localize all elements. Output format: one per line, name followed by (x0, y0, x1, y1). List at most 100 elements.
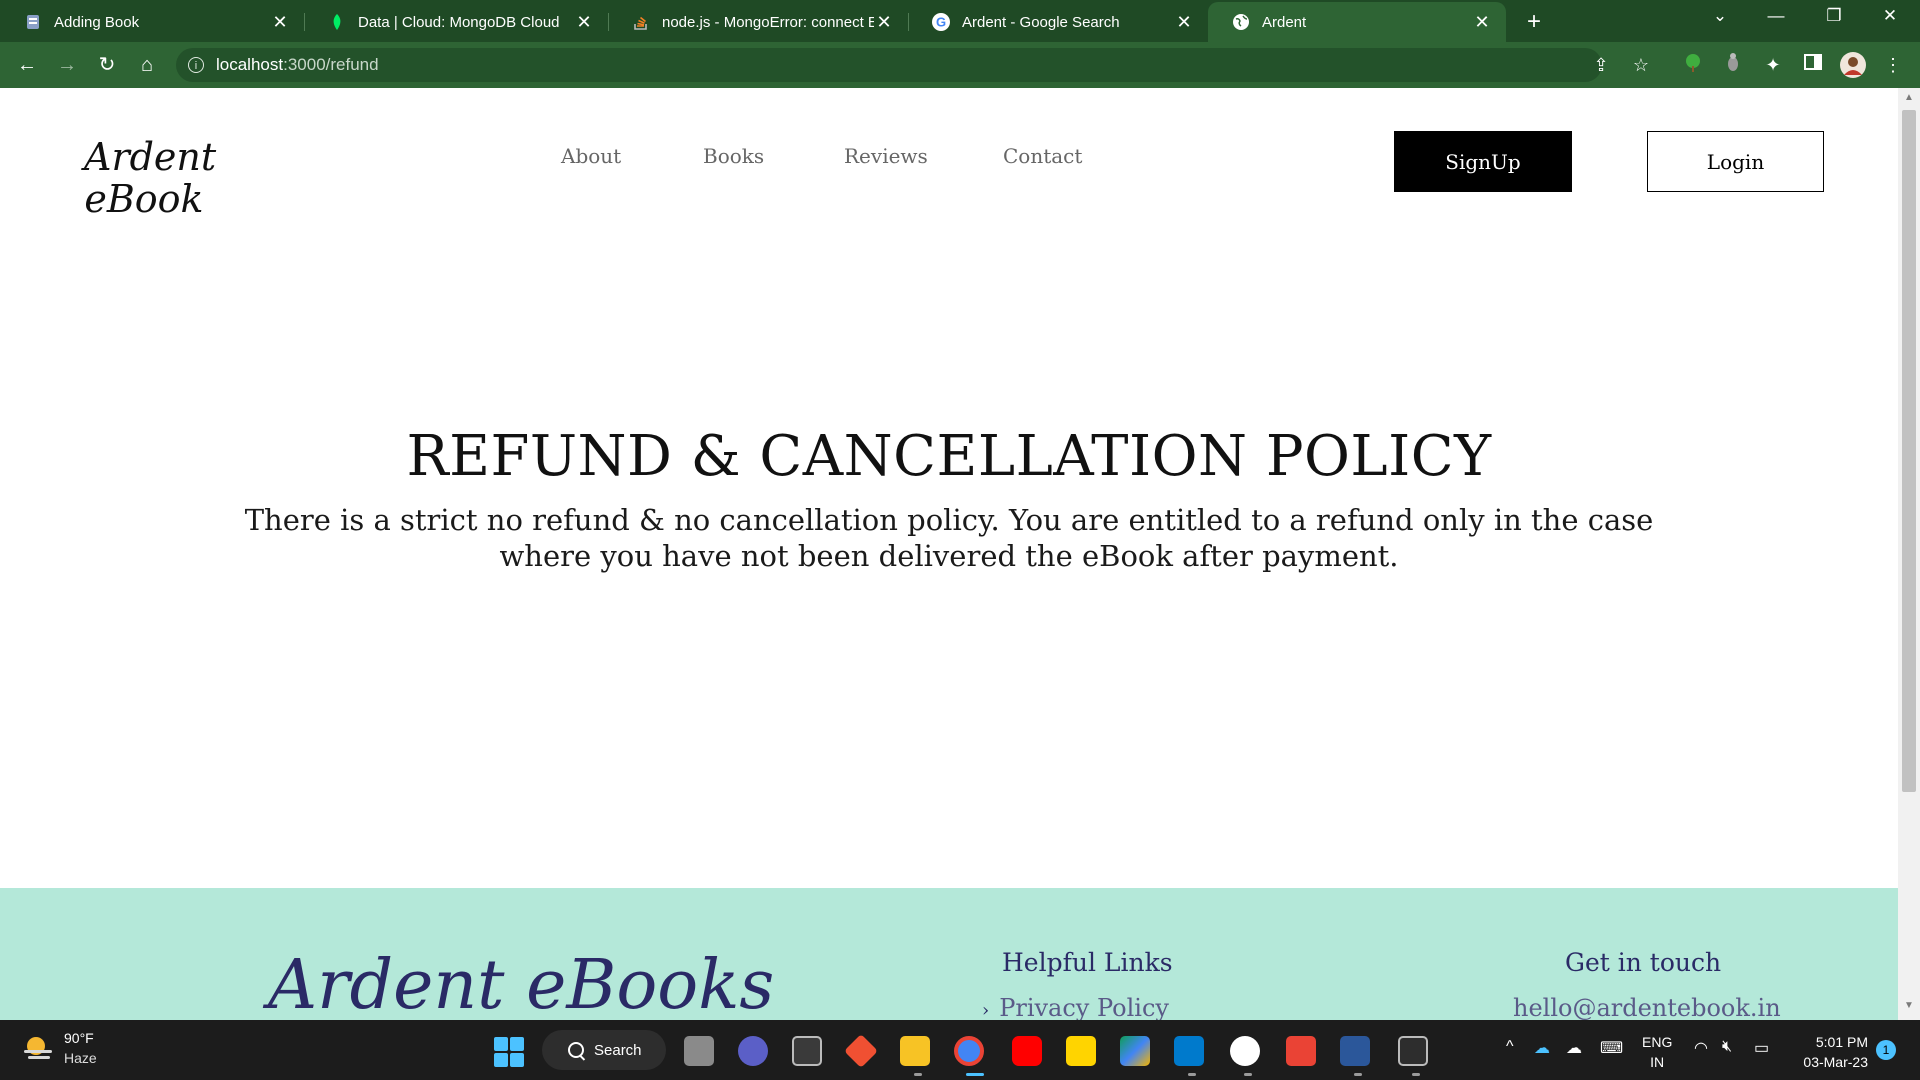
close-tab-icon[interactable]: ✕ (574, 12, 594, 33)
word-icon[interactable] (1340, 1036, 1370, 1066)
youtube-icon[interactable] (1012, 1036, 1042, 1066)
running-indicator (1244, 1073, 1252, 1076)
extensions-puzzle-icon[interactable]: ✦ (1760, 52, 1786, 78)
show-hidden-icons-chevron-icon[interactable]: ^ (1506, 1038, 1514, 1056)
address-bar[interactable]: i localhost:3000/refund (176, 48, 1602, 82)
share-icon[interactable]: ⇪ (1588, 52, 1614, 78)
login-button[interactable]: Login (1647, 131, 1824, 192)
footer-helpful-links-heading: Helpful Links (1002, 948, 1173, 977)
footer-link-privacy-policy[interactable]: › Privacy Policy (982, 994, 1169, 1020)
nav-link-books[interactable]: Books (703, 144, 764, 168)
scrollbar-thumb[interactable] (1902, 110, 1916, 792)
chevron-right-icon: › (982, 1000, 990, 1020)
policy-body: There is a strict no refund & no cancell… (244, 503, 1654, 573)
windows-start-icon[interactable] (494, 1037, 524, 1067)
speaker-muted-icon[interactable]: 🔇︎ (1722, 1038, 1732, 1056)
footer-email-link[interactable]: hello@ardentebook.in (1513, 994, 1781, 1020)
tab-node-mongoerror[interactable]: node.js - MongoError: connect EC ✕ (608, 2, 908, 42)
browser-tab-strip: Adding Book ✕ Data | Cloud: MongoDB Clou… (0, 0, 1920, 42)
url-path: :3000/refund (283, 55, 379, 74)
nav-link-contact[interactable]: Contact (1003, 144, 1082, 168)
back-arrow-icon[interactable]: ← (12, 50, 42, 80)
git-tool-icon[interactable] (844, 1034, 878, 1068)
side-panel-icon[interactable] (1800, 52, 1826, 78)
tab-ardent[interactable]: Ardent ✕ (1208, 2, 1506, 42)
running-indicator (1412, 1073, 1420, 1076)
svg-text:G: G (936, 15, 946, 30)
site-logo[interactable]: Ardent eBook (84, 135, 217, 221)
stackoverflow-icon (632, 13, 650, 31)
weather-temperature: 90°F (64, 1030, 94, 1046)
tab-title: node.js - MongoError: connect EC (662, 13, 874, 31)
reload-icon[interactable]: ↻ (92, 50, 122, 80)
clock-date: 03-Mar-23 (1803, 1054, 1868, 1070)
minimize-icon[interactable]: — (1756, 6, 1796, 26)
chrome-icon[interactable] (954, 1036, 984, 1066)
notebook-icon (24, 13, 42, 31)
home-icon[interactable]: ⌂ (132, 50, 162, 80)
system-clock[interactable]: 5:01 PM 03-Mar-23 (1794, 1032, 1868, 1072)
nav-link-reviews[interactable]: Reviews (844, 144, 928, 168)
keyboard-icon[interactable]: ⌨ (1600, 1038, 1623, 1058)
logo-line-1: Ardent (84, 135, 217, 179)
battery-icon[interactable]: ▭ (1754, 1038, 1769, 1058)
sticky-notes-icon[interactable] (1066, 1036, 1096, 1066)
close-tab-icon[interactable]: ✕ (1472, 12, 1492, 33)
mongodb-leaf-icon (328, 13, 346, 31)
taskbar-search-button[interactable]: Search (542, 1030, 666, 1070)
forward-arrow-icon[interactable]: → (52, 50, 82, 80)
google-icon: G (932, 13, 950, 31)
scroll-down-arrow-icon[interactable]: ▼ (1898, 1000, 1920, 1011)
nav-link-about[interactable]: About (561, 144, 621, 168)
terminal-window-icon[interactable] (792, 1036, 822, 1066)
restore-icon[interactable]: ❐ (1814, 6, 1854, 26)
tab-title: Ardent - Google Search (962, 13, 1120, 31)
footer-link-label: Privacy Policy (999, 994, 1169, 1020)
tab-title: Data | Cloud: MongoDB Cloud (358, 13, 560, 31)
taskbar-search-label: Search (594, 1041, 642, 1059)
teams-chat-icon[interactable] (738, 1036, 768, 1066)
new-tab-button[interactable]: + (1520, 8, 1548, 36)
page-scrollbar[interactable]: ▲ ▼ (1898, 88, 1920, 1020)
tab-adding-book[interactable]: Adding Book ✕ (0, 2, 304, 42)
onedrive-cloud-icon[interactable]: ☁ (1534, 1038, 1550, 1058)
vscode-icon[interactable] (1174, 1036, 1204, 1066)
close-tab-icon[interactable]: ✕ (270, 12, 290, 33)
windows-taskbar: 90°F Haze Search ^ ☁ ☁ ⌨ ENG IN ◠ 🔇︎ ▭ 5… (0, 1020, 1920, 1080)
extension-tree-icon[interactable] (1680, 52, 1706, 78)
running-indicator (914, 1073, 922, 1076)
extension-grey-icon[interactable] (1720, 52, 1746, 78)
gmail-icon[interactable] (1286, 1036, 1316, 1066)
close-tab-icon[interactable]: ✕ (1174, 12, 1194, 33)
tab-mongodb-cloud[interactable]: Data | Cloud: MongoDB Cloud ✕ (304, 2, 608, 42)
wifi-icon[interactable]: ◠ (1694, 1038, 1708, 1058)
close-window-icon[interactable]: ✕ (1870, 6, 1910, 26)
tab-search-icon[interactable]: ⌄ (1700, 6, 1740, 26)
language-code: ENG (1642, 1034, 1673, 1050)
site-info-icon[interactable]: i (188, 57, 204, 73)
onedrive-personal-cloud-icon[interactable]: ☁ (1566, 1038, 1582, 1058)
scroll-up-arrow-icon[interactable]: ▲ (1898, 92, 1920, 103)
url-host: localhost (216, 55, 284, 74)
running-indicator (1354, 1073, 1362, 1076)
bookmark-star-icon[interactable]: ☆ (1628, 52, 1654, 78)
language-indicator[interactable]: ENG IN (1642, 1032, 1672, 1072)
tab-title: Ardent (1262, 13, 1307, 31)
task-view-icon[interactable] (684, 1036, 714, 1066)
tab-google-search[interactable]: G Ardent - Google Search ✕ (908, 2, 1208, 42)
signup-button[interactable]: SignUp (1394, 131, 1572, 192)
policy-title: REFUND & CANCELLATION POLICY (406, 424, 1492, 489)
browser-menu-icon[interactable]: ⋮ (1880, 52, 1906, 78)
command-prompt-icon[interactable] (1398, 1036, 1428, 1066)
running-indicator (1188, 1073, 1196, 1076)
file-explorer-icon[interactable] (900, 1036, 930, 1066)
close-tab-icon[interactable]: ✕ (874, 12, 894, 33)
notification-badge[interactable]: 1 (1876, 1040, 1896, 1060)
weather-condition: Haze (64, 1050, 97, 1066)
weather-haze-icon[interactable] (22, 1034, 54, 1064)
mongodb-compass-icon[interactable] (1230, 1036, 1260, 1066)
logo-line-2: eBook (84, 177, 204, 221)
browser-toolbar: ← → ↻ ⌂ i localhost:3000/refund ⇪ ☆ ✦ ⋮ (0, 42, 1920, 88)
profile-avatar-icon[interactable] (1840, 52, 1866, 78)
google-drive-icon[interactable] (1120, 1036, 1150, 1066)
